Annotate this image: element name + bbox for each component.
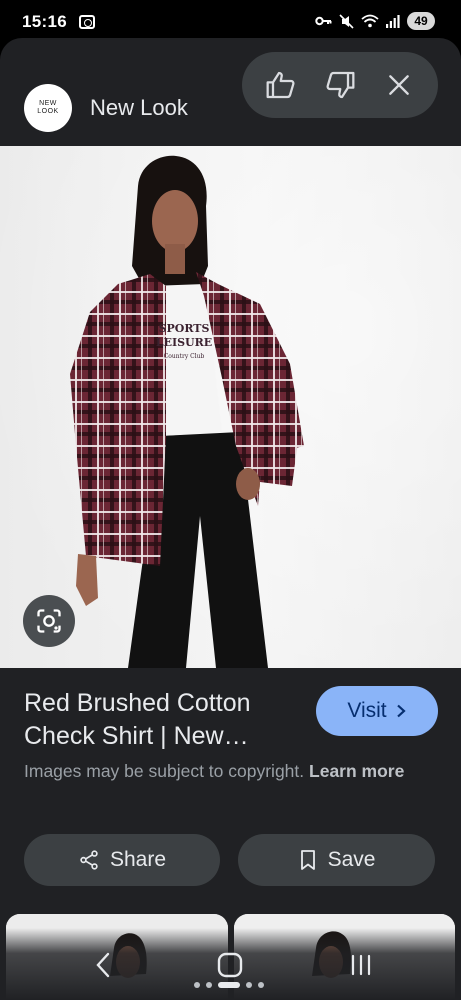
- signal-icon: [386, 14, 400, 28]
- screen-record-icon: [78, 15, 95, 29]
- thumbs-down-icon: [326, 71, 355, 99]
- back-icon: [96, 952, 110, 978]
- tee-print-line-2: LEISURE: [156, 336, 212, 349]
- tee-print-line-3: Country Club: [164, 353, 205, 360]
- thumbs-down-button[interactable]: [319, 64, 361, 106]
- chevron-right-icon: [396, 704, 406, 718]
- recents-icon: [351, 954, 371, 976]
- page-dot-active: [218, 982, 240, 988]
- recents-button[interactable]: [346, 950, 376, 980]
- source-name[interactable]: New Look: [90, 95, 188, 121]
- back-button[interactable]: [88, 950, 118, 980]
- thumbs-up-icon: [266, 71, 295, 99]
- visit-button[interactable]: Visit: [316, 686, 438, 736]
- vpn-key-icon: [315, 16, 332, 26]
- page-indicator: [194, 982, 264, 988]
- page-dot: [258, 982, 264, 988]
- copyright-text: Images may be subject to copyright.: [24, 761, 305, 781]
- close-button[interactable]: [378, 64, 420, 106]
- share-button[interactable]: Share: [24, 834, 220, 886]
- product-image[interactable]: SPORTS LEISURE Country Club: [0, 146, 461, 668]
- home-icon: [217, 952, 243, 978]
- product-title[interactable]: Red Brushed Cotton Check Shirt | New…: [24, 687, 304, 753]
- model-photo: SPORTS LEISURE Country Club: [0, 146, 461, 668]
- logo-line-2: LOOK: [37, 108, 59, 115]
- source-logo: NEW LOOK: [24, 84, 72, 132]
- lens-icon: [37, 609, 61, 633]
- home-button[interactable]: [214, 950, 246, 980]
- feedback-bar: [242, 52, 438, 118]
- wifi-icon: [361, 14, 379, 28]
- page-dot: [206, 982, 212, 988]
- image-result-sheet: NEW LOOK New Look SPORTS LEISURE Country…: [0, 38, 461, 1000]
- mute-icon: [339, 13, 354, 29]
- bookmark-icon: [300, 850, 315, 870]
- status-icons: 49: [315, 12, 435, 30]
- save-button[interactable]: Save: [238, 834, 435, 886]
- save-label: Save: [327, 848, 376, 871]
- battery-indicator: 49: [407, 12, 435, 30]
- source-row[interactable]: NEW LOOK New Look: [24, 84, 188, 132]
- google-lens-button[interactable]: [23, 595, 75, 647]
- visit-label: Visit: [347, 699, 387, 722]
- tee-print-line-1: SPORTS: [159, 322, 210, 335]
- share-label: Share: [109, 848, 167, 871]
- share-icon: [80, 850, 98, 870]
- thumbs-up-button[interactable]: [260, 64, 302, 106]
- navigation-bar: [0, 928, 461, 1000]
- status-time: 15:16: [22, 12, 67, 31]
- page-dot: [194, 982, 200, 988]
- copyright-notice: Images may be subject to copyright. Lear…: [24, 758, 424, 785]
- logo-line-1: NEW: [39, 100, 57, 107]
- learn-more-link[interactable]: Learn more: [309, 761, 404, 781]
- page-dot: [246, 982, 252, 988]
- close-icon: [388, 75, 409, 95]
